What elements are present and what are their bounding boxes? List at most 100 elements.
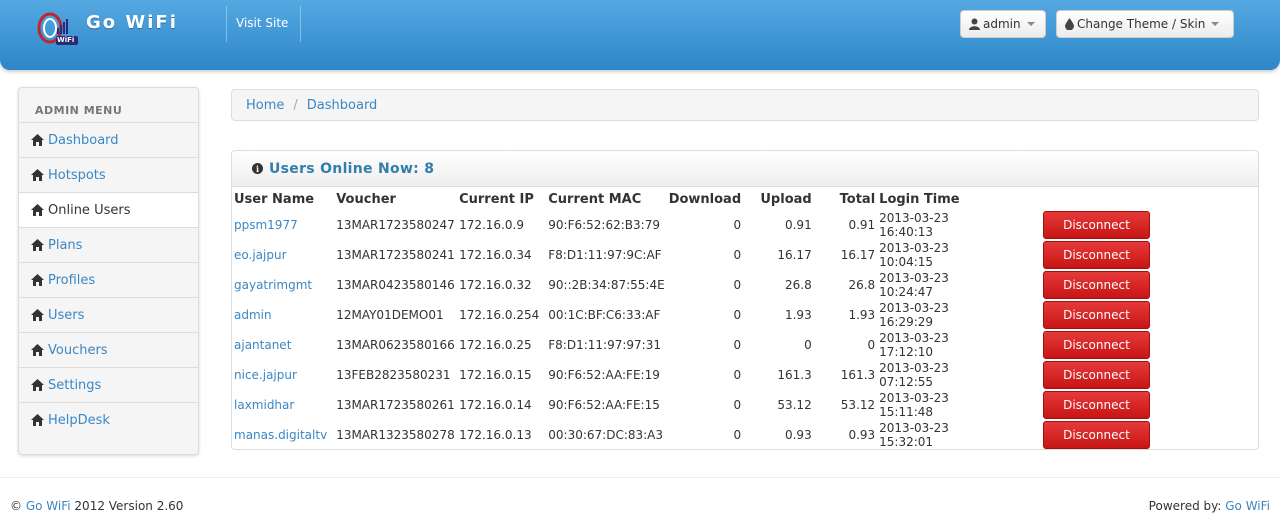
go-wifi-logo-icon: WiFi [36,10,80,54]
cell-login: 2013-03-23 15:32:01 [879,421,949,449]
table-row: nice.jajpur 13FEB2823580231 172.16.0.15 90:… [232,360,1152,390]
sidebar-item-helpdesk[interactable]: HelpDesk [19,402,198,437]
cell-download: 0 [733,248,742,262]
user-name-link[interactable]: ppsm1977 [234,218,298,232]
copyright-symbol: © [10,499,22,513]
cell-mac: 90:F6:52:AA:FE:15 [548,398,660,412]
cell-download: 0 [733,368,742,382]
disconnect-button[interactable]: Disconnect [1042,361,1150,389]
column-header: Upload [760,191,812,207]
cell-upload: 0 [804,338,812,352]
change-theme-button[interactable]: Change Theme / Skin [1056,10,1234,38]
sidebar-item-label: Users [48,307,85,323]
cell-mac: 00:30:67:DC:83:A3 [548,428,664,442]
cell-download: 0 [733,218,742,232]
disconnect-button[interactable]: Disconnect [1042,301,1150,329]
user-name-link[interactable]: eo.jajpur [234,248,287,262]
cell-login: 2013-03-23 16:40:13 [879,211,949,239]
column-header: Current IP [459,191,534,207]
sidebar-item-label: Vouchers [48,342,108,358]
cell-download: 0 [733,278,742,292]
footer-powered-by: Powered by: Go WiFi [1149,499,1270,513]
disconnect-button[interactable]: Disconnect [1042,211,1150,239]
cell-total: 1.93 [848,308,876,322]
breadcrumb-dashboard[interactable]: Dashboard [307,98,378,113]
breadcrumb-home[interactable]: Home [246,98,284,113]
cell-voucher: 13MAR0623580166 [336,338,455,352]
cell-download: 0 [733,308,742,322]
brand-title: Go WiFi [86,12,178,33]
cell-ip: 172.16.0.15 [459,368,532,382]
sidebar-item-hotspots[interactable]: Hotspots [19,157,198,192]
sidebar-item-label: Plans [48,237,83,253]
cell-ip: 172.16.0.9 [459,218,524,232]
user-name-link[interactable]: nice.jajpur [234,368,297,382]
cell-total: 26.8 [848,278,876,292]
cell-upload: 53.12 [777,398,812,412]
cell-action: Disconnect [1003,420,1152,450]
cell-download: 0 [733,428,742,442]
cell-login: 2013-03-23 15:11:48 [879,391,949,419]
sidebar-item-label: Settings [48,377,102,393]
cell-ip: 172.16.0.34 [459,248,532,262]
disconnect-button[interactable]: Disconnect [1042,241,1150,269]
footer-brand-link[interactable]: Go WiFi [26,499,71,513]
sidebar-item-settings[interactable]: Settings [19,367,198,402]
cell-user: laxmidhar [232,390,334,420]
cell-action: Disconnect [1003,390,1152,420]
table-row: ajantanet 13MAR0623580166 172.16.0.25 F8:D1… [232,330,1152,360]
sidebar-item-dashboard[interactable]: Dashboard [19,122,198,157]
column-header: Login Time [879,191,960,207]
cell-download: 0 [733,398,742,412]
breadcrumb: Home / Dashboard [231,89,1259,121]
cell-action: Disconnect [1003,270,1152,300]
top-navbar: WiFi Go WiFi Visit Site admin Change The… [0,0,1280,70]
disconnect-button[interactable]: Disconnect [1042,271,1150,299]
cell-ip: 172.16.0.14 [459,398,532,412]
powered-by-link[interactable]: Go WiFi [1225,499,1270,513]
sidebar-item-vouchers[interactable]: Vouchers [19,332,198,367]
cell-action: Disconnect [1003,210,1152,240]
brand[interactable]: WiFi Go WiFi [36,10,178,54]
cell-user: admin [232,300,334,330]
user-name-link[interactable]: ajantanet [234,338,291,352]
cell-ip: 172.16.0.13 [459,428,532,442]
cell-login: 2013-03-23 16:29:29 [879,301,949,329]
sidebar-item-plans[interactable]: Plans [19,227,198,262]
cell-download: 0 [733,338,742,352]
users-online-panel: i Users Online Now: 8 User Name Voucher Cu… [231,150,1259,450]
sidebar-item-online-users[interactable]: Online Users [19,192,198,227]
cell-upload: 161.3 [777,368,812,382]
cell-voucher: 13MAR1323580278 [336,428,455,442]
cell-upload: 0.93 [784,428,812,442]
chevron-down-icon [1211,22,1220,26]
cell-voucher: 13MAR1723580247 [336,218,455,232]
disconnect-button[interactable]: Disconnect [1042,391,1150,419]
footer-version: 2012 Version 2.60 [74,499,184,513]
cell-upload: 0.91 [784,218,812,232]
footer-copyright: © Go WiFi 2012 Version 2.60 [10,499,183,513]
table-row: laxmidhar 13MAR1723580261 172.16.0.14 90:F6… [232,390,1152,420]
admin-sidebar: ADMIN MENU Dashboard Hotspots Online Users… [18,87,199,455]
user-name-link[interactable]: admin [234,308,272,322]
visit-site-link[interactable]: Visit Site [236,16,288,30]
cell-total: 0.93 [848,428,876,442]
sidebar-item-users[interactable]: Users [19,297,198,332]
user-name-link[interactable]: gayatrimgmt [234,278,312,292]
sidebar-item-profiles[interactable]: Profiles [19,262,198,297]
info-icon: i [252,163,263,174]
disconnect-button[interactable]: Disconnect [1042,331,1150,359]
cell-login: 2013-03-23 10:24:47 [879,271,949,299]
user-name-link[interactable]: laxmidhar [234,398,294,412]
nav-divider [226,6,227,42]
user-name-link[interactable]: manas.digitaltv [234,428,327,442]
cell-ip: 172.16.0.32 [459,278,532,292]
disconnect-button[interactable]: Disconnect [1042,421,1150,449]
user-icon [969,18,980,30]
cell-mac: 90::2B:34:87:55:4E [548,278,665,292]
cell-voucher: 13MAR1723580241 [336,248,455,262]
table-row: gayatrimgmt 13MAR0423580146 172.16.0.32 90:… [232,270,1152,300]
home-icon [31,309,44,321]
user-menu-button[interactable]: admin [960,10,1046,38]
home-icon [31,414,44,426]
